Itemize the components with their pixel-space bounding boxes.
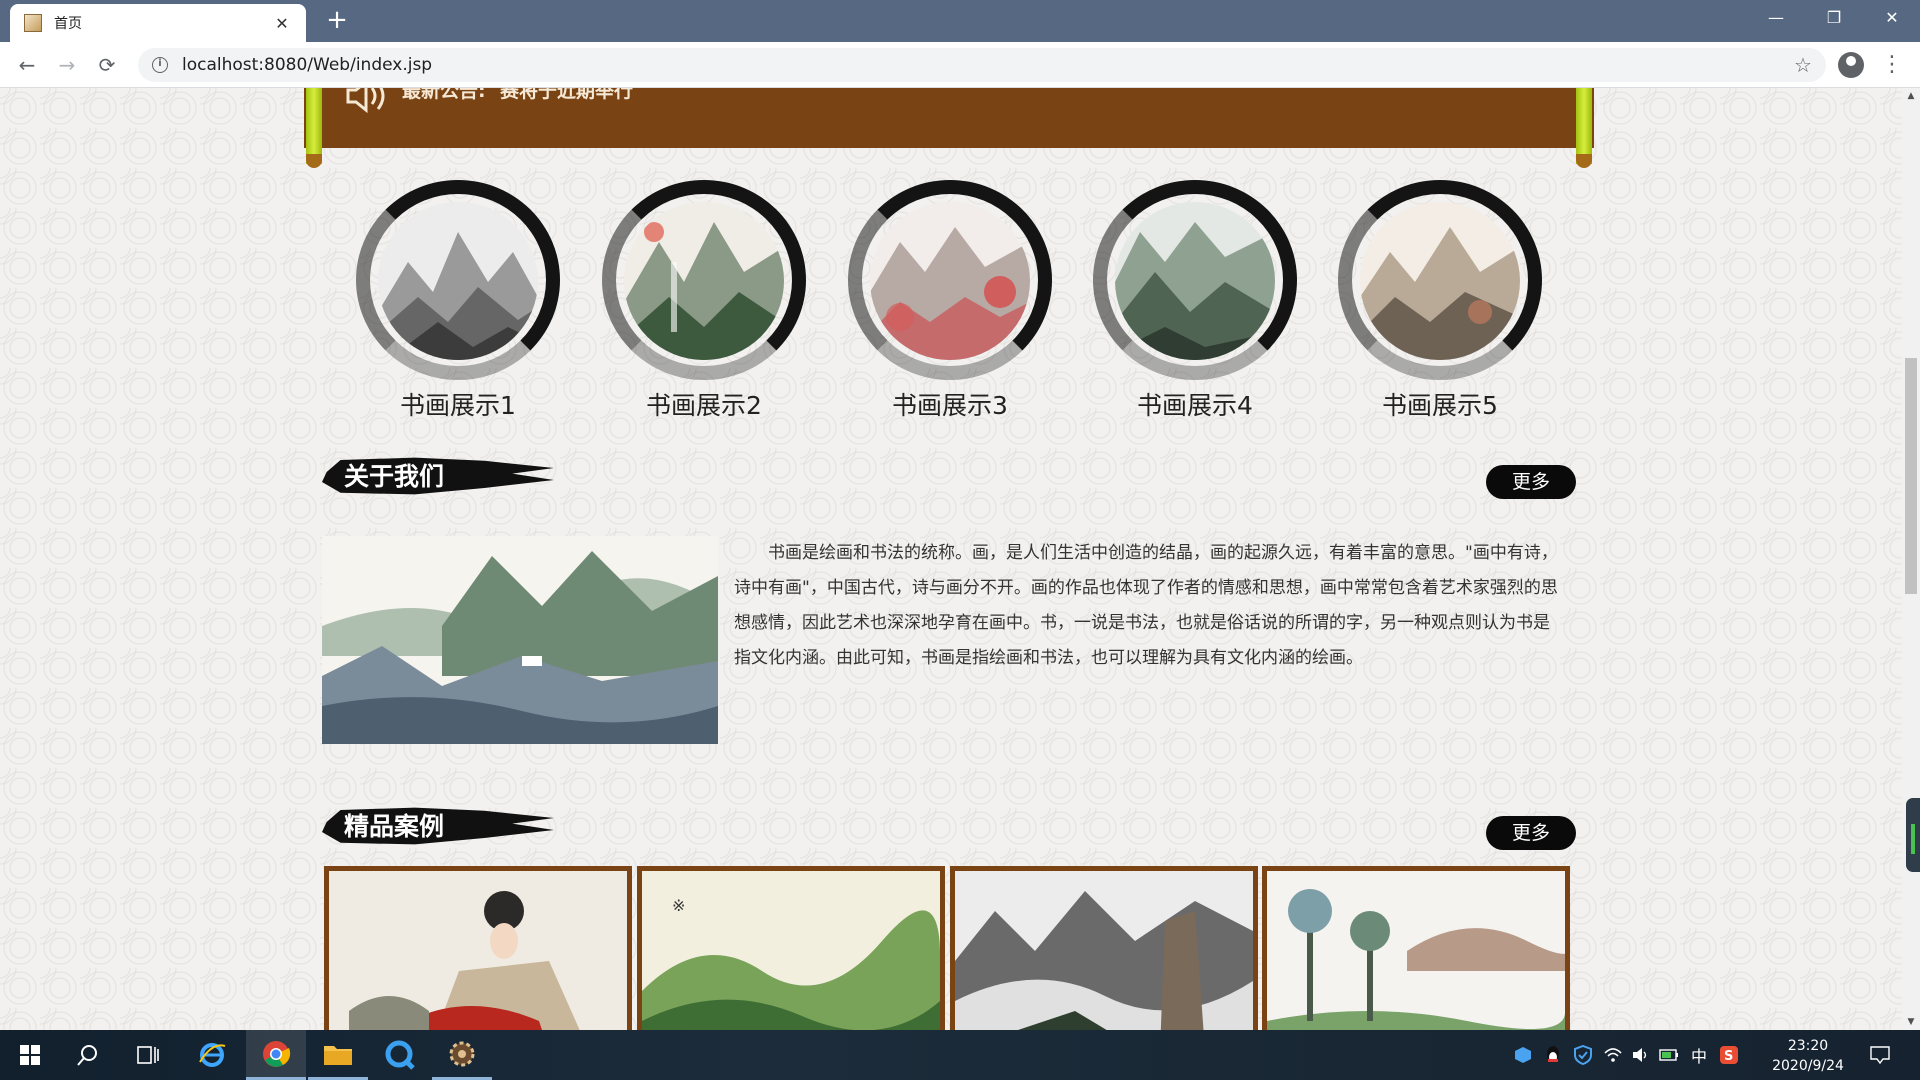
showcase-item-4[interactable]: 书画展示4 [1085,180,1305,420]
system-clock[interactable]: 23:20 2020/9/24 [1760,1036,1856,1076]
case-card-3[interactable] [950,866,1258,1030]
landscape-painting-4 [1115,202,1275,360]
notice-label: 最新公告: [402,88,486,102]
browser-tab-strip: 首页 ✕ + — ❐ ✕ [0,0,1920,42]
page-scrollbar[interactable]: ▲ ▼ [1902,88,1920,1030]
sogou-input-icon[interactable]: S [1716,1030,1742,1080]
search-icon[interactable] [60,1030,116,1080]
showcase-item-1[interactable]: 书画展示1 [348,180,568,420]
volume-icon[interactable] [1628,1030,1654,1080]
start-windows-icon[interactable] [2,1030,58,1080]
task-view-icon[interactable] [120,1030,176,1080]
speaker-icon [344,88,392,120]
showcase-caption: 书画展示4 [1137,391,1253,420]
case-card-4[interactable] [1262,866,1570,1030]
url-text[interactable]: localhost:8080/Web/index.jsp [182,55,1788,75]
roller-cap-right [1576,154,1592,168]
browser-tab[interactable]: 首页 ✕ [10,4,306,42]
showcase-caption: 书画展示2 [646,391,762,420]
cases-more-button[interactable]: 更多 [1486,816,1576,850]
forward-button[interactable]: → [52,50,82,80]
notification-center-icon[interactable] [1862,1030,1898,1080]
landscape-painting-2 [624,202,784,360]
landscape-painting-3 [870,202,1030,360]
case-card-2[interactable]: ※ [637,866,945,1030]
profile-icon[interactable] [1838,52,1864,78]
scroll-roller-right [1576,88,1592,168]
showcase-item-5[interactable]: 书画展示5 [1330,180,1550,420]
browser-menu-icon[interactable]: ⋮ [1880,50,1904,80]
about-text: 书画是绘画和书法的统称。画，是人们生活中创造的结晶，画的起源久远，有着丰富的意思… [734,543,1558,668]
about-title: 关于我们 [344,462,445,491]
security-shield-icon[interactable] [1570,1030,1596,1080]
cases-title: 精品案例 [344,812,445,841]
battery-icon[interactable] [1656,1030,1682,1080]
scroll-roller-left [306,88,322,168]
new-tab-button[interactable]: + [322,6,352,36]
browser-toolbar: ← → ⟳ i localhost:8080/Web/index.jsp ☆ ⋮ [0,42,1920,88]
showcase-item-2[interactable]: 书画展示2 [594,180,814,420]
notice-text: 赛将于近期举行 [500,88,634,102]
clock-date: 2020/9/24 [1772,1058,1844,1074]
showcase-caption: 书画展示5 [1382,391,1498,420]
roller-cap-left [306,154,322,168]
back-button[interactable]: ← [12,50,42,80]
bookmark-star-icon[interactable]: ☆ [1788,53,1818,77]
restore-button[interactable]: ❐ [1806,0,1862,38]
notice-banner: 最新公告: 赛将于近期举行 [304,88,1594,148]
case-card-1[interactable] [324,866,632,1030]
file-explorer-icon[interactable] [308,1030,368,1080]
wifi-icon[interactable] [1600,1030,1626,1080]
painting-favicon-icon [24,14,42,32]
close-tab-icon[interactable]: ✕ [272,14,292,33]
chrome-icon[interactable] [246,1030,306,1080]
address-bar[interactable]: i localhost:8080/Web/index.jsp ☆ [138,48,1826,82]
showcase-caption: 书画展示3 [892,391,1008,420]
settings-gear-icon[interactable] [432,1030,492,1080]
browser-q-icon[interactable] [370,1030,430,1080]
ime-indicator[interactable]: 中 [1686,1030,1712,1080]
scroll-thumb[interactable] [1905,358,1917,594]
svg-text:※: ※ [672,896,685,915]
reload-button[interactable]: ⟳ [92,50,122,80]
about-heading: 关于我们 [322,450,562,502]
showcase-item-3[interactable]: 书画展示3 [840,180,1060,420]
landscape-painting-1 [378,202,538,360]
tab-title: 首页 [54,16,82,32]
cases-heading: 精品案例 [322,800,562,852]
minimize-button[interactable]: — [1748,0,1804,38]
windows-taskbar: 中 S 23:20 2020/9/24 [0,1030,1920,1080]
tray-app-icon[interactable] [1510,1030,1536,1080]
qq-icon[interactable] [1540,1030,1566,1080]
scroll-down-arrow-icon[interactable]: ▼ [1902,1014,1920,1030]
scroll-up-arrow-icon[interactable]: ▲ [1902,88,1920,104]
about-more-button[interactable]: 更多 [1486,465,1576,499]
close-window-button[interactable]: ✕ [1864,0,1920,38]
svg-text:S: S [1724,1049,1733,1064]
page-viewport: 最新公告: 赛将于近期举行 书画展示1 书画展示2 书画展示3 书画展示4 书画… [0,88,1902,1030]
about-landscape-image [322,536,718,744]
side-floating-widget[interactable] [1906,798,1920,872]
landscape-painting-5 [1360,202,1520,360]
site-info-icon[interactable]: i [152,57,168,73]
showcase-caption: 书画展示1 [400,391,516,420]
clock-time: 23:20 [1787,1038,1829,1054]
internet-explorer-icon[interactable] [184,1030,240,1080]
